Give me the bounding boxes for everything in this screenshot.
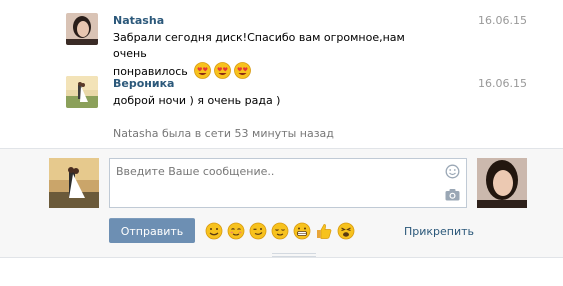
resize-handle[interactable] bbox=[272, 248, 316, 257]
online-status: Natasha была в сети 53 минуты назад bbox=[113, 127, 334, 140]
heart-eyes-emoji-icon bbox=[194, 62, 212, 84]
camera-icon[interactable] bbox=[445, 188, 460, 204]
smile-icon[interactable] bbox=[445, 164, 460, 182]
smile-emoji-icon[interactable] bbox=[205, 222, 223, 243]
my-avatar[interactable] bbox=[49, 158, 99, 208]
avatar[interactable] bbox=[66, 76, 98, 108]
grin-emoji-icon[interactable] bbox=[293, 222, 311, 243]
message-author[interactable]: Natasha bbox=[113, 14, 164, 27]
weary-emoji-icon[interactable] bbox=[337, 222, 355, 243]
message-composer: Введите Ваше сообщение.. Отправить Прикр… bbox=[0, 148, 563, 258]
heart-eyes-emoji-icon bbox=[214, 62, 232, 84]
message-input[interactable]: Введите Ваше сообщение.. bbox=[109, 158, 467, 208]
message-author[interactable]: Вероника bbox=[113, 77, 174, 90]
message-input-placeholder: Введите Ваше сообщение.. bbox=[116, 165, 275, 178]
message-text: доброй ночи ) я очень рада ) bbox=[113, 93, 423, 109]
avatar[interactable] bbox=[66, 13, 98, 45]
wink-emoji-icon[interactable] bbox=[249, 222, 267, 243]
relieved-emoji-icon[interactable] bbox=[271, 222, 289, 243]
message-text: Забрали сегодня диск!Спасибо вам огромно… bbox=[113, 30, 423, 84]
attach-link[interactable]: Прикрепить bbox=[404, 225, 474, 238]
send-button[interactable]: Отправить bbox=[109, 218, 195, 243]
blush-emoji-icon[interactable] bbox=[227, 222, 245, 243]
heart-eyes-emoji-icon bbox=[234, 62, 252, 84]
message-text-line: Забрали сегодня диск!Спасибо вам огромно… bbox=[113, 31, 405, 60]
message-date[interactable]: 16.06.15 bbox=[478, 14, 527, 27]
thumbs-up-emoji-icon[interactable] bbox=[315, 222, 333, 243]
message-date[interactable]: 16.06.15 bbox=[478, 77, 527, 90]
message-text-line: доброй ночи ) я очень рада ) bbox=[113, 94, 281, 107]
peer-avatar[interactable] bbox=[477, 158, 527, 208]
